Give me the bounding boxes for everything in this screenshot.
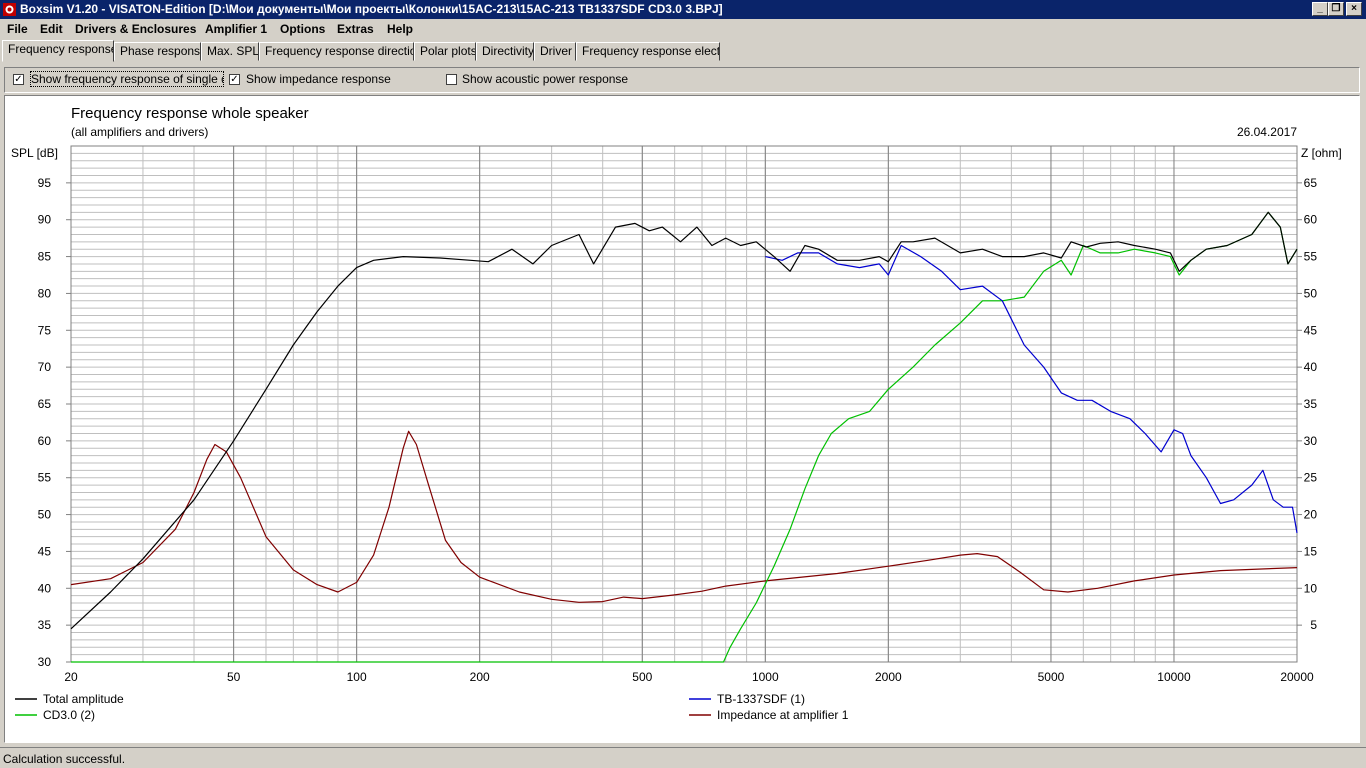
y-tick-label: 75 bbox=[38, 323, 52, 337]
y-tick-label: 70 bbox=[38, 360, 52, 374]
y-tick-label: 45 bbox=[38, 544, 52, 558]
x-tick-label: 1000 bbox=[752, 670, 779, 684]
menu-drivers-enclosures[interactable]: Drivers & Enclosures bbox=[75, 22, 196, 36]
x-tick-label: 500 bbox=[632, 670, 652, 684]
legend-label-tb-1337sdf-1: TB-1337SDF (1) bbox=[717, 692, 805, 706]
status-bar: Calculation successful. bbox=[0, 747, 1366, 768]
y-right-tick-label: 30 bbox=[1304, 434, 1318, 448]
axis-ticks: 20 50 100 200 500 1000 2000 5000 10000 20000 30 35 4… bbox=[38, 176, 1318, 684]
menu-file[interactable]: File bbox=[7, 22, 28, 36]
y-axis-label-left: SPL [dB] bbox=[11, 146, 58, 160]
chart-panel: Frequency response whole speaker (all am… bbox=[4, 95, 1360, 743]
impedance-label[interactable]: Show impedance response bbox=[246, 72, 391, 86]
chart-date: 26.04.2017 bbox=[1237, 125, 1297, 139]
legend-label-cd3-0-2: CD3.0 (2) bbox=[43, 708, 95, 722]
y-right-tick-label: 60 bbox=[1304, 213, 1318, 227]
y-tick-label: 60 bbox=[38, 434, 52, 448]
y-right-tick-label: 50 bbox=[1304, 286, 1318, 300]
y-tick-label: 85 bbox=[38, 250, 52, 264]
x-tick-label: 20000 bbox=[1280, 670, 1314, 684]
y-right-tick-label: 20 bbox=[1304, 508, 1318, 522]
menu-bar: File Edit Drivers & Enclosures Amplifier… bbox=[0, 19, 1366, 39]
y-right-tick-label: 55 bbox=[1304, 250, 1318, 264]
options-bar: ✓ Show frequency response of single driv… bbox=[4, 67, 1360, 93]
single-drivers-label[interactable]: Show frequency response of single drive bbox=[30, 71, 224, 87]
tab-frequency-response-electr[interactable]: Frequency response electr. bbox=[576, 42, 720, 61]
menu-options[interactable]: Options bbox=[280, 22, 325, 36]
y-tick-label: 80 bbox=[38, 286, 52, 300]
menu-help[interactable]: Help bbox=[387, 22, 413, 36]
tab-directivity[interactable]: Directivity bbox=[476, 42, 534, 61]
tab-strip: Frequency response. Phase response Max. … bbox=[0, 40, 1366, 62]
tab-polar-plots[interactable]: Polar plots bbox=[414, 42, 476, 61]
restore-button[interactable]: ❐ bbox=[1328, 2, 1344, 16]
y-axis-label-right: Z [ohm] bbox=[1301, 146, 1342, 160]
x-tick-label: 50 bbox=[227, 670, 241, 684]
legend-label-impedance-at-amplifier-1: Impedance at amplifier 1 bbox=[717, 708, 849, 722]
x-tick-label: 2000 bbox=[875, 670, 902, 684]
x-tick-label: 5000 bbox=[1038, 670, 1065, 684]
x-tick-label: 20 bbox=[64, 670, 78, 684]
y-tick-label: 40 bbox=[38, 581, 52, 595]
y-tick-label: 35 bbox=[38, 618, 52, 632]
y-right-tick-label: 45 bbox=[1304, 323, 1318, 337]
y-right-tick-label: 35 bbox=[1304, 397, 1318, 411]
y-right-tick-label: 25 bbox=[1304, 471, 1318, 485]
menu-edit[interactable]: Edit bbox=[40, 22, 63, 36]
window-title: Boxsim V1.20 - VISATON-Edition [D:\Мои д… bbox=[20, 2, 723, 16]
tab-frequency-response-directions[interactable]: Frequency response directions bbox=[259, 42, 414, 61]
chart-subtitle: (all amplifiers and drivers) bbox=[71, 125, 208, 139]
legend: Total amplitude CD3.0 (2) TB-1337SDF (1) Im… bbox=[15, 692, 849, 722]
y-tick-label: 65 bbox=[38, 397, 52, 411]
series-lines bbox=[70, 211, 1298, 663]
series-line-impedance-at-amplifier-1 bbox=[70, 430, 1298, 603]
single-drivers-checkbox[interactable]: ✓ bbox=[13, 74, 24, 85]
title-bar: Boxsim V1.20 - VISATON-Edition [D:\Мои д… bbox=[0, 0, 1366, 19]
menu-extras[interactable]: Extras bbox=[337, 22, 374, 36]
app-icon bbox=[3, 3, 16, 16]
y-tick-label: 95 bbox=[38, 176, 52, 190]
y-right-tick-label: 5 bbox=[1310, 618, 1317, 632]
y-right-tick-label: 15 bbox=[1304, 544, 1318, 558]
series-line-cd3-0-2 bbox=[71, 211, 1298, 663]
y-right-tick-label: 10 bbox=[1304, 581, 1318, 595]
minimize-button[interactable]: _ bbox=[1312, 2, 1328, 16]
impedance-checkbox[interactable]: ✓ bbox=[229, 74, 240, 85]
menu-amplifier[interactable]: Amplifier 1 bbox=[205, 22, 267, 36]
y-tick-label: 55 bbox=[38, 471, 52, 485]
x-tick-label: 10000 bbox=[1157, 670, 1191, 684]
x-tick-label: 200 bbox=[470, 670, 490, 684]
chart-title: Frequency response whole speaker bbox=[71, 105, 309, 122]
x-tick-label: 100 bbox=[347, 670, 367, 684]
y-tick-label: 50 bbox=[38, 508, 52, 522]
acoustic-power-label[interactable]: Show acoustic power response bbox=[462, 72, 628, 86]
tab-frequency-response[interactable]: Frequency response. bbox=[2, 40, 114, 62]
acoustic-power-checkbox[interactable] bbox=[446, 74, 457, 85]
y-tick-label: 30 bbox=[38, 655, 52, 669]
tab-max-spl[interactable]: Max. SPL bbox=[201, 42, 259, 61]
legend-label-total-amplitude: Total amplitude bbox=[43, 692, 124, 706]
tab-driver[interactable]: Driver bbox=[534, 42, 576, 61]
y-right-tick-label: 40 bbox=[1304, 360, 1318, 374]
y-tick-label: 90 bbox=[38, 213, 52, 227]
status-text: Calculation successful. bbox=[3, 752, 126, 766]
tab-phase-response[interactable]: Phase response bbox=[114, 42, 201, 61]
close-button[interactable]: × bbox=[1346, 2, 1362, 16]
frequency-response-chart: Frequency response whole speaker (all am… bbox=[11, 105, 1342, 722]
y-right-tick-label: 65 bbox=[1304, 176, 1318, 190]
